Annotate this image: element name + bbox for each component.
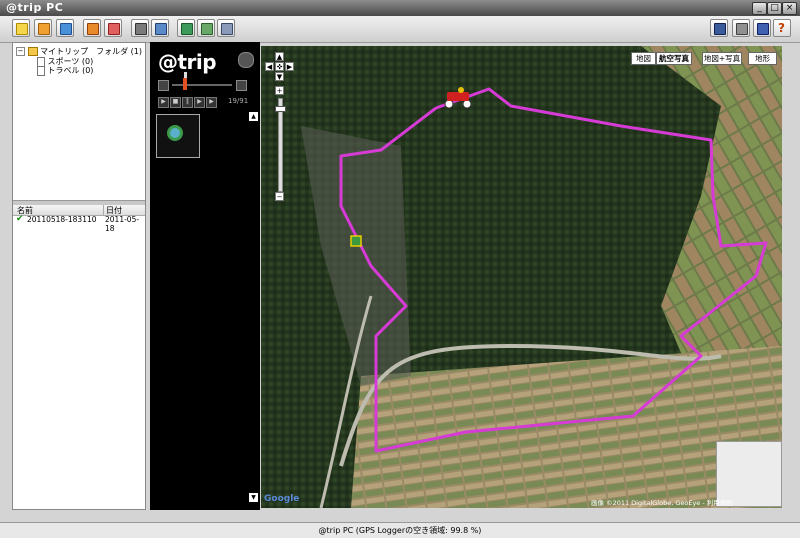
timeline-slider[interactable] xyxy=(172,84,232,86)
step-button[interactable]: ▶ xyxy=(194,97,205,108)
edit-folder-button[interactable] xyxy=(83,19,101,37)
edit-icon xyxy=(108,23,120,35)
folder-icon xyxy=(27,47,38,56)
export-button[interactable] xyxy=(131,19,149,37)
folder-tree: − マイトリップ フォルダ (1) スポーツ (0) トラベル (0) xyxy=(13,43,145,193)
zoom-thumb[interactable] xyxy=(275,106,286,112)
zoom-in-button[interactable] xyxy=(236,80,247,91)
calculator-icon xyxy=(736,23,748,35)
zoom-out-map-button[interactable]: − xyxy=(275,192,284,201)
timeline-thumb[interactable] xyxy=(183,78,187,90)
export-icon xyxy=(135,23,147,35)
magnifier-icon xyxy=(167,125,183,141)
walker-icon xyxy=(184,72,187,78)
map-view[interactable]: 地図 航空写真 地図+写真 地形 ▲ ◀ ✜ ▶ ▼ + − Google 画像… xyxy=(261,46,782,508)
edit-folder-icon xyxy=(87,23,99,35)
photo-counter: 19/91 xyxy=(228,97,249,105)
map-type-hybrid[interactable]: 地図+写真 xyxy=(702,52,742,65)
calculator-button[interactable] xyxy=(732,19,750,37)
import-icon xyxy=(60,23,72,35)
help-icon: ? xyxy=(778,21,785,35)
map-type-terrain[interactable]: 地形 xyxy=(748,52,777,65)
maximize-button[interactable]: □ xyxy=(767,2,782,15)
pan-down-button[interactable]: ▼ xyxy=(275,72,284,81)
settings-icon xyxy=(221,23,233,35)
pause-button[interactable]: ‖ xyxy=(182,97,193,108)
map-type-satellite[interactable]: 航空写真 xyxy=(656,52,692,65)
pan-left-button[interactable]: ◀ xyxy=(265,62,274,71)
new-button[interactable] xyxy=(12,19,30,37)
play-button[interactable]: ▶ xyxy=(158,97,169,108)
table-row[interactable]: ✔ 20110518-183110 2011-05-18 xyxy=(13,214,145,233)
player-panel: @trip ▶ ■ ‖ ▶ ▶ 19/91 ▲ ▼ xyxy=(150,42,260,510)
open-folder-icon xyxy=(38,23,50,35)
close-button[interactable]: × xyxy=(782,2,797,15)
save-icon xyxy=(201,23,213,35)
status-bar: @trip PC (GPS Loggerの空き領域: 99.8 %) xyxy=(0,522,800,538)
gps-device-icon xyxy=(714,23,726,35)
status-text: @trip PC (GPS Loggerの空き領域: 99.8 %) xyxy=(318,526,482,535)
zoom-slider[interactable] xyxy=(278,98,283,192)
left-panel: − マイトリップ フォルダ (1) スポーツ (0) トラベル (0) 名前 日… xyxy=(12,42,146,510)
track-name: 20110518-183110 xyxy=(27,215,97,224)
tree-root-label: マイトリップ フォルダ (1) xyxy=(40,47,142,56)
pan-up-button[interactable]: ▲ xyxy=(275,52,284,61)
window-title: @trip PC xyxy=(6,1,64,14)
tree-item-travel[interactable]: トラベル (0) xyxy=(37,65,93,76)
track-date: 2011-05-18 xyxy=(105,215,140,233)
document-icon xyxy=(37,65,45,76)
photo-marker xyxy=(350,235,362,247)
collapse-icon[interactable]: − xyxy=(16,47,25,56)
photo-button[interactable] xyxy=(177,19,195,37)
settings-button[interactable] xyxy=(217,19,235,37)
photo-icon xyxy=(181,23,193,35)
map-type-map[interactable]: 地図 xyxy=(631,52,656,65)
satellite-map xyxy=(261,46,782,508)
tree-item-label: トラベル (0) xyxy=(47,66,94,75)
minimize-button[interactable]: _ xyxy=(752,2,767,15)
save-button[interactable] xyxy=(197,19,215,37)
display-icon xyxy=(757,23,769,35)
app-logo: @trip xyxy=(158,50,217,74)
gps-device-button[interactable] xyxy=(710,19,728,37)
open-folder-button[interactable] xyxy=(34,19,52,37)
scroll-up-button[interactable]: ▲ xyxy=(249,112,258,121)
toolbar: ? xyxy=(0,16,800,43)
pan-center-button[interactable]: ✜ xyxy=(275,62,284,71)
display-button[interactable] xyxy=(753,19,771,37)
help-button[interactable]: ? xyxy=(773,19,791,37)
close-panel-button[interactable] xyxy=(238,52,254,68)
stop-button[interactable]: ■ xyxy=(170,97,181,108)
pan-right-button[interactable]: ▶ xyxy=(285,62,294,71)
zoom-out-button[interactable] xyxy=(158,80,169,91)
title-bar: @trip PC _ □ × xyxy=(0,0,800,16)
print-button[interactable] xyxy=(151,19,169,37)
map-copyright: 画像 ©2011 DigitalGlobe, GeoEye - 利用規約 xyxy=(591,499,733,507)
google-logo[interactable]: Google xyxy=(264,494,299,504)
check-icon: ✔ xyxy=(16,214,24,224)
edit-button[interactable] xyxy=(104,19,122,37)
print-icon xyxy=(155,23,167,35)
zoom-in-map-button[interactable]: + xyxy=(275,86,284,95)
import-button[interactable] xyxy=(56,19,74,37)
end-button[interactable]: ▶ xyxy=(206,97,217,108)
scroll-down-button[interactable]: ▼ xyxy=(249,493,258,502)
photo-thumbnail[interactable] xyxy=(156,114,200,158)
new-icon xyxy=(16,23,28,35)
